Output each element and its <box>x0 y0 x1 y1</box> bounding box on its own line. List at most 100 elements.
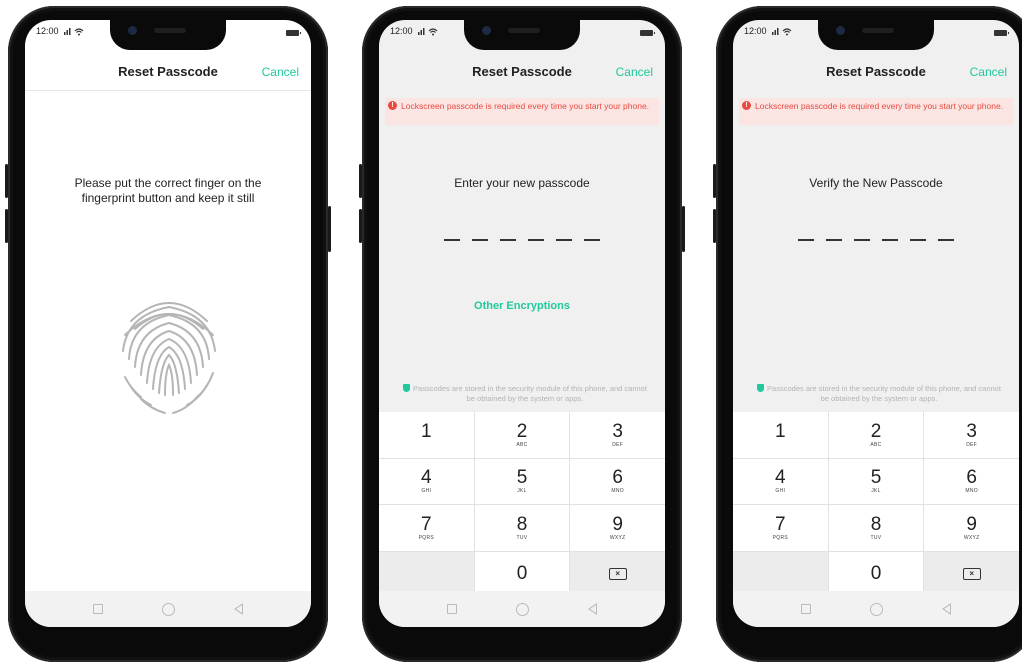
passcode-digit-slot <box>500 239 516 241</box>
key-number: 1 <box>775 420 786 442</box>
power-button <box>682 206 685 252</box>
back-icon[interactable] <box>588 603 598 615</box>
notch <box>818 20 934 50</box>
key-7[interactable]: 7 PQRS <box>733 505 828 551</box>
key-number: 2 <box>870 420 882 442</box>
key-number: 9 <box>966 513 977 535</box>
key-9[interactable]: 9 WXYZ <box>570 505 665 551</box>
fingerprint-prompt: Please put the correct finger on the fin… <box>74 176 262 205</box>
numeric-keypad: 1 2 ABC 3 DEF 4 GHI 5 JKL 6 MNO 7 PQRS 8 TUV 9W… <box>379 412 665 597</box>
passcode-digit-slot <box>910 239 926 241</box>
key-5[interactable]: 5 JKL <box>474 458 570 504</box>
recent-apps-icon[interactable] <box>800 604 811 614</box>
other-encryptions-link[interactable]: Other Encryptions <box>379 300 665 312</box>
key-number: 8 <box>870 513 882 535</box>
key-letters: WXYZ <box>609 534 626 541</box>
power-button <box>328 206 331 252</box>
key-4[interactable]: 4 GHI <box>379 458 474 504</box>
warning-banner: ! Lockscreen passcode is required every … <box>739 98 1013 125</box>
home-icon[interactable] <box>161 602 175 616</box>
speaker-icon <box>862 28 894 33</box>
key-letters: WXYZ <box>963 534 980 541</box>
key-1[interactable]: 1 <box>733 412 828 458</box>
key-3[interactable]: 3 DEF <box>924 412 1019 458</box>
passcode-digit-slot <box>528 239 544 241</box>
key-6[interactable]: 6 MNO <box>924 458 1019 504</box>
backspace-icon: × <box>608 568 627 581</box>
key-letters: TUV <box>870 534 882 541</box>
signal-wifi-icon <box>772 28 792 36</box>
recent-apps-icon[interactable] <box>446 604 457 614</box>
key-number: 3 <box>612 420 623 442</box>
security-note: Passcodes are stored in the security mod… <box>399 384 651 404</box>
home-icon[interactable] <box>515 602 529 616</box>
cancel-button[interactable]: Cancel <box>262 65 299 79</box>
passcode-digit-slot <box>556 239 572 241</box>
key-number: 4 <box>775 467 786 489</box>
camera-icon <box>836 26 845 35</box>
passcode-input[interactable] <box>733 228 1019 246</box>
key-number: 6 <box>966 467 977 489</box>
key-5[interactable]: 5 JKL <box>828 458 924 504</box>
navigation-bar <box>733 591 1019 627</box>
passcode-input[interactable] <box>379 228 665 246</box>
phone-enter-passcode: 12:00 Reset Passcode Cancel ! Lockscreen… <box>359 6 685 662</box>
cancel-button[interactable]: Cancel <box>616 65 653 79</box>
key-number: 0 <box>870 563 882 585</box>
home-icon[interactable] <box>869 602 883 616</box>
phone-fingerprint: 12:00 Reset Passcode Cancel Please put t… <box>5 6 331 662</box>
key-number: 9 <box>612 513 623 535</box>
passcode-digit-slot <box>882 239 898 241</box>
status-time: 12:00 <box>744 26 767 36</box>
key-4[interactable]: 4 GHI <box>733 458 828 504</box>
header: Reset Passcode Cancel <box>25 60 311 86</box>
key-8[interactable]: 8 TUV <box>474 505 570 551</box>
key-6[interactable]: 6 MNO <box>570 458 665 504</box>
key-number: 1 <box>421 420 432 442</box>
fingerprint-icon <box>122 302 216 414</box>
key-2[interactable]: 2 ABC <box>474 412 570 458</box>
passcode-prompt: Enter your new passcode <box>454 176 590 190</box>
key-letters: GHI <box>775 488 786 495</box>
header: Reset Passcode Cancel <box>733 60 1019 86</box>
key-number: 3 <box>966 420 977 442</box>
signal-wifi-icon <box>418 28 438 36</box>
passcode-digit-slot <box>854 239 870 241</box>
volume-button <box>359 164 362 198</box>
warning-text: Lockscreen passcode is required every ti… <box>401 101 650 111</box>
alert-icon: ! <box>742 101 751 110</box>
passcode-digit-slot <box>584 239 600 241</box>
volume-button <box>713 164 716 198</box>
key-letters: JKL <box>871 488 881 495</box>
key-number: 4 <box>421 467 432 489</box>
key-letters: ABC <box>516 441 528 448</box>
key-number: 6 <box>612 467 623 489</box>
volume-button <box>5 209 8 243</box>
camera-icon <box>128 26 137 35</box>
passcode-digit-slot <box>472 239 488 241</box>
key-letters: PQRS <box>418 534 435 541</box>
key-8[interactable]: 8 TUV <box>828 505 924 551</box>
status-time: 12:00 <box>36 26 59 36</box>
recent-apps-icon[interactable] <box>92 604 103 614</box>
security-note: Passcodes are stored in the security mod… <box>753 384 1005 404</box>
shield-icon <box>403 384 411 392</box>
key-letters: JKL <box>517 488 527 495</box>
key-9[interactable]: 9 WXYZ <box>924 505 1019 551</box>
passcode-digit-slot <box>444 239 460 241</box>
shield-icon <box>757 384 765 392</box>
key-1[interactable]: 1 <box>379 412 474 458</box>
key-letters: DEF <box>966 441 978 448</box>
camera-icon <box>482 26 491 35</box>
key-2[interactable]: 2 ABC <box>828 412 924 458</box>
key-3[interactable]: 3 DEF <box>570 412 665 458</box>
key-number: 7 <box>421 513 432 535</box>
battery-icon <box>994 30 1009 36</box>
alert-icon: ! <box>388 101 397 110</box>
warning-banner: ! Lockscreen passcode is required every … <box>385 98 659 125</box>
back-icon[interactable] <box>942 603 952 615</box>
back-icon[interactable] <box>234 603 244 615</box>
key-7[interactable]: 7 PQRS <box>379 505 474 551</box>
cancel-button[interactable]: Cancel <box>970 65 1007 79</box>
key-letters: MNO <box>611 488 624 495</box>
